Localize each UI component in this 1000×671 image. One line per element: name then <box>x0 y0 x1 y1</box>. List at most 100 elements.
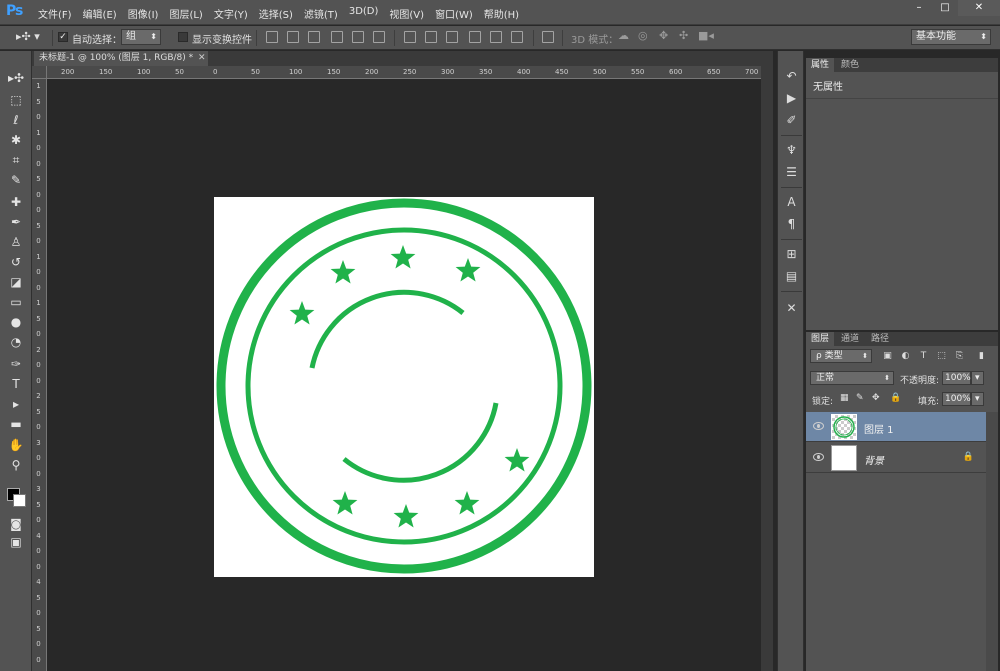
fill-input[interactable]: 100% <box>942 392 971 406</box>
horizontal-ruler[interactable]: 200 150 100 50 0 50 100 150 200 250 300 350 400 450 50… <box>47 66 761 79</box>
lock-all-icon[interactable]: 🔒 <box>890 393 901 403</box>
lock-position-icon[interactable]: ✥ <box>872 393 880 403</box>
tab-channels[interactable]: 通道 <box>836 332 864 346</box>
menu-file[interactable]: 文件(F) <box>38 6 72 21</box>
layers-scrollbar[interactable] <box>986 412 998 671</box>
eraser-tool-icon[interactable]: ◪ <box>7 275 25 290</box>
blend-mode-dropdown[interactable]: 正常 ⬍ <box>810 371 894 385</box>
marquee-tool-icon[interactable]: ⬚ <box>7 93 25 108</box>
hand-tool-icon[interactable]: ✋ <box>7 438 25 453</box>
distribute-bottom-icon[interactable] <box>446 31 458 43</box>
menu-layer[interactable]: 图层(L) <box>169 6 202 21</box>
align-hcenter-icon[interactable] <box>352 31 364 43</box>
info-panel-icon[interactable]: ▤ <box>784 269 799 284</box>
type-filter-icon[interactable]: T <box>918 351 929 362</box>
minimize-button[interactable]: – <box>906 0 932 16</box>
visibility-eye-icon[interactable] <box>813 453 824 461</box>
gradient-tool-icon[interactable]: ▭ <box>7 295 25 310</box>
menu-edit[interactable]: 编辑(E) <box>83 6 117 21</box>
smart-object-filter-icon[interactable]: ⎘ <box>954 351 965 362</box>
properties-panel-icon[interactable]: ☰ <box>784 165 799 180</box>
navigator-panel-icon[interactable]: ⊞ <box>784 247 799 262</box>
document-tab[interactable]: 未标题-1 @ 100% (图层 1, RGB/8) * ✕ <box>34 51 208 66</box>
opacity-slider-toggle[interactable]: ▾ <box>971 371 984 385</box>
lasso-tool-icon[interactable]: ℓ <box>7 113 25 128</box>
show-transform-checkbox[interactable] <box>178 32 188 42</box>
distribute-left-icon[interactable] <box>469 31 481 43</box>
3d-pan-icon[interactable]: ✥ <box>659 29 668 42</box>
visibility-eye-icon[interactable] <box>813 422 824 430</box>
distribute-right-icon[interactable] <box>511 31 523 43</box>
clone-stamp-tool-icon[interactable]: ♙ <box>7 235 25 250</box>
tab-properties[interactable]: 属性 <box>806 58 835 72</box>
auto-select-target-dropdown[interactable]: 组 ⬍ <box>121 29 161 45</box>
healing-brush-tool-icon[interactable]: ✚ <box>7 195 25 210</box>
tab-layers[interactable]: 图层 <box>806 332 835 346</box>
menu-help[interactable]: 帮助(H) <box>484 6 519 21</box>
move-tool-preset-icon[interactable]: ▸✣ ▾ <box>16 30 40 43</box>
rectangle-tool-icon[interactable]: ▬ <box>7 417 25 432</box>
magic-wand-tool-icon[interactable]: ✱ <box>7 133 25 148</box>
pen-tool-icon[interactable]: ✑ <box>7 357 25 372</box>
tool-presets-panel-icon[interactable]: ✐ <box>784 113 799 128</box>
auto-align-layers-icon[interactable] <box>542 31 554 43</box>
tab-paths[interactable]: 路径 <box>866 332 894 346</box>
3d-slide-icon[interactable]: ✣ <box>679 29 688 42</box>
lock-pixels-icon[interactable]: ✎ <box>856 393 864 403</box>
adjustments-panel-icon[interactable]: ♆ <box>784 143 799 158</box>
tab-color[interactable]: 颜色 <box>836 58 864 72</box>
menu-type[interactable]: 文字(Y) <box>214 6 248 21</box>
blur-tool-icon[interactable]: ● <box>7 315 25 330</box>
layer-row-background[interactable]: 背景 🔒 <box>806 443 986 473</box>
adjustment-filter-icon[interactable]: ◐ <box>900 351 911 362</box>
align-right-icon[interactable] <box>373 31 385 43</box>
lock-transparent-icon[interactable]: ▦ <box>840 393 849 403</box>
crop-tool-icon[interactable]: ⌗ <box>7 153 25 168</box>
distribute-hcenter-icon[interactable] <box>490 31 502 43</box>
auto-select-checkbox[interactable]: ✓ <box>58 32 68 42</box>
path-selection-tool-icon[interactable]: ▸ <box>7 397 25 412</box>
eyedropper-tool-icon[interactable]: ✎ <box>7 173 25 188</box>
maximize-button[interactable]: □ <box>932 0 958 16</box>
menu-filter[interactable]: 滤镜(T) <box>304 6 338 21</box>
layer-filter-dropdown[interactable]: ρ 类型 ⬍ <box>810 349 872 363</box>
align-left-icon[interactable] <box>331 31 343 43</box>
menu-view[interactable]: 视图(V) <box>389 6 424 21</box>
menu-3d[interactable]: 3D(D) <box>349 6 379 21</box>
align-bottom-icon[interactable] <box>308 31 320 43</box>
vertical-ruler[interactable]: 1 5 0 1 0 0 5 0 0 5 0 1 0 0 1 5 0 2 0 0 2 5 0 3 0 0 3 5 0 4 0 0 4 5 0 5 0 0 <box>32 79 47 671</box>
type-tool-icon[interactable]: T <box>7 377 25 392</box>
ruler-corner[interactable] <box>32 66 47 79</box>
character-panel-icon[interactable]: A <box>784 195 799 210</box>
history-brush-tool-icon[interactable]: ↺ <box>7 255 25 270</box>
layer-row-layer-1[interactable]: 图层 1 <box>806 412 986 442</box>
document-canvas[interactable] <box>214 197 594 577</box>
vertical-scrollbar[interactable] <box>761 66 773 671</box>
zoom-tool-icon[interactable]: ⚲ <box>7 458 25 473</box>
align-vcenter-icon[interactable] <box>287 31 299 43</box>
3d-roll-icon[interactable]: ◎ <box>638 29 648 42</box>
align-top-icon[interactable] <box>266 31 278 43</box>
distribute-vcenter-icon[interactable] <box>425 31 437 43</box>
history-panel-icon[interactable]: ↶ <box>784 69 799 84</box>
fill-slider-toggle[interactable]: ▾ <box>971 392 984 406</box>
background-color-swatch[interactable] <box>13 494 26 507</box>
paragraph-panel-icon[interactable]: ¶ <box>784 217 799 232</box>
menu-window[interactable]: 窗口(W) <box>435 6 473 21</box>
screen-mode-icon[interactable]: ▣ <box>7 535 25 550</box>
tools-toggle-icon[interactable]: ✕ <box>784 301 799 316</box>
menu-image[interactable]: 图像(I) <box>128 6 159 21</box>
dodge-tool-icon[interactable]: ◔ <box>7 335 25 350</box>
opacity-input[interactable]: 100% <box>942 371 971 385</box>
canvas-area[interactable] <box>47 79 761 671</box>
move-tool-icon[interactable]: ▸✣ <box>7 71 25 86</box>
pixel-filter-icon[interactable]: ▣ <box>882 351 893 362</box>
close-icon[interactable]: ✕ <box>198 51 206 66</box>
menu-select[interactable]: 选择(S) <box>259 6 293 21</box>
quick-mask-icon[interactable]: ◙ <box>7 517 25 532</box>
shape-filter-icon[interactable]: ⬚ <box>936 351 947 362</box>
3d-scale-icon[interactable]: ■◂ <box>698 29 714 42</box>
brush-tool-icon[interactable]: ✒ <box>7 215 25 230</box>
distribute-top-icon[interactable] <box>404 31 416 43</box>
workspace-dropdown[interactable]: 基本功能 ⬍ <box>911 29 991 45</box>
